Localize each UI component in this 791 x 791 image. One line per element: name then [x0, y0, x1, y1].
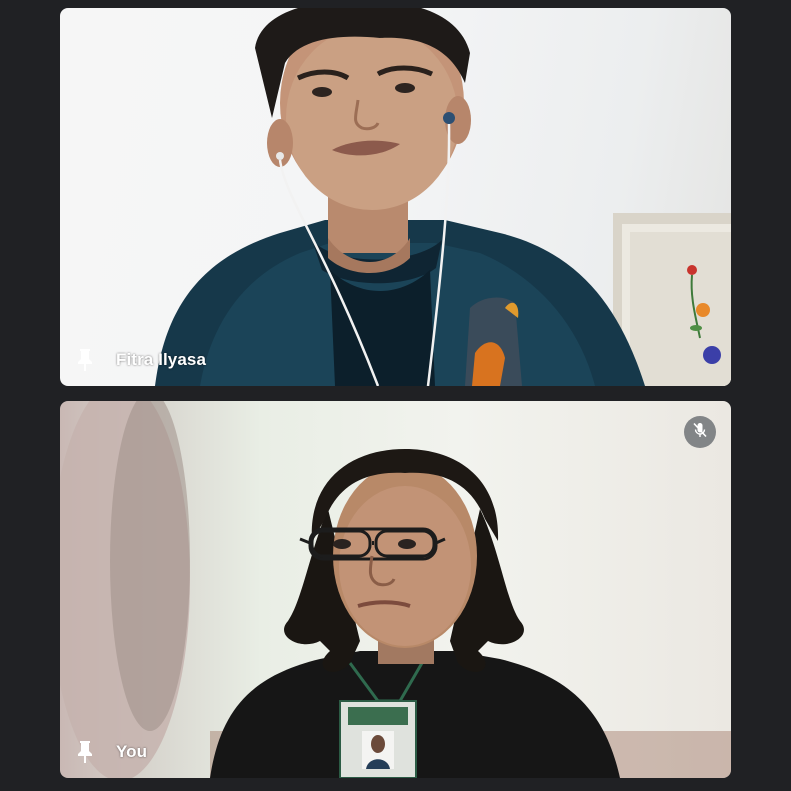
- participant-name: You: [116, 742, 148, 761]
- participant-nameplate: You: [76, 740, 147, 764]
- mic-off-icon: [691, 421, 709, 444]
- pin-icon[interactable]: [76, 740, 94, 764]
- video-tile-fitra-ilyasa[interactable]: Fitra Ilyasa: [60, 8, 731, 386]
- video-tile-you[interactable]: You: [60, 401, 731, 778]
- mic-off-indicator: [684, 416, 716, 448]
- participant-video: [60, 8, 731, 386]
- participant-nameplate: Fitra Ilyasa: [76, 348, 206, 372]
- pin-icon[interactable]: [76, 348, 94, 372]
- self-video: [60, 401, 731, 778]
- participant-name: Fitra Ilyasa: [116, 350, 207, 369]
